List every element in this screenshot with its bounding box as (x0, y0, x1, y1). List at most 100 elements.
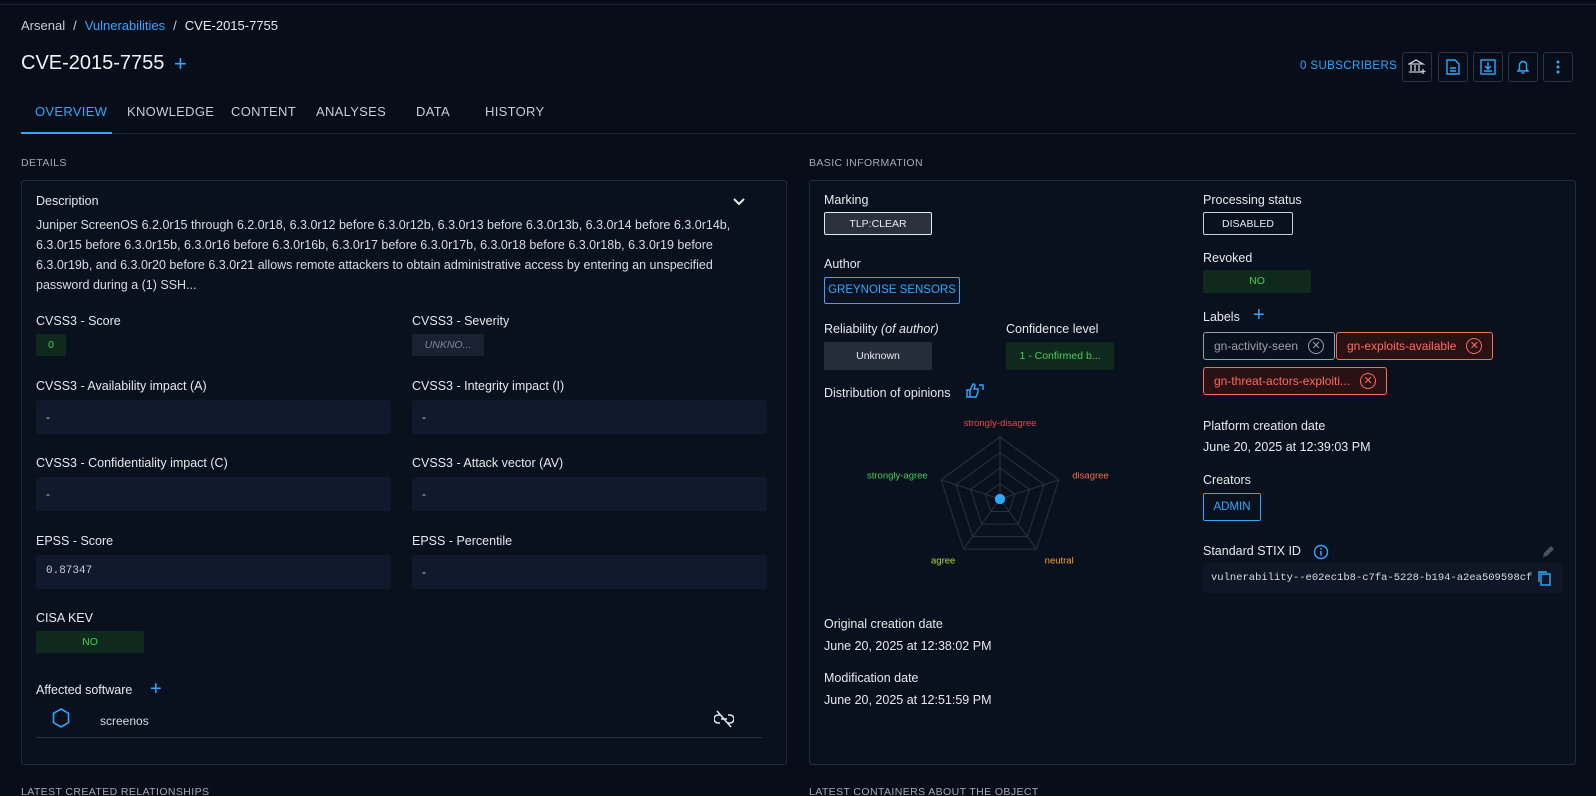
tab-overview[interactable]: OVERVIEW (35, 104, 107, 119)
processing-status-label: Processing status (1203, 193, 1302, 207)
radar-category-label: strongly-disagree (964, 418, 1037, 429)
stix-id-field: vulnerability--e02ec1b8-c7fa-5228-b194-a… (1203, 563, 1563, 593)
integrity-impact-field: - (412, 400, 767, 434)
more-options-button[interactable] (1543, 52, 1573, 82)
reliability-label: Reliability (of author) (824, 322, 939, 336)
availability-impact-field: - (36, 400, 391, 434)
tab-bar: OVERVIEW KNOWLEDGE CONTENT ANALYSES DATA… (21, 94, 1576, 134)
tab-history[interactable]: HISTORY (485, 104, 544, 119)
breadcrumb-vulnerabilities-link[interactable]: Vulnerabilities (85, 18, 165, 33)
epss-percentile-label: EPSS - Percentile (412, 534, 513, 548)
cvss3-severity-badge: UNKNO... (412, 334, 484, 356)
basic-info-panel: Marking TLP:CLEAR Author GREYNOISE SENSO… (809, 180, 1576, 765)
pencil-icon[interactable] (1541, 544, 1556, 559)
cisa-kev-badge: NO (36, 631, 144, 653)
cvss3-severity-label: CVSS3 - Severity (412, 314, 510, 328)
breadcrumb-current: CVE-2015-7755 (184, 18, 279, 33)
tab-data[interactable]: DATA (416, 104, 450, 119)
add-label-button[interactable]: + (1253, 304, 1265, 326)
label-chip[interactable]: gn-activity-seen ✕ (1203, 332, 1336, 360)
confidentiality-impact-label: CVSS3 - Confidentiality impact (C) (36, 456, 228, 470)
reliability-badge: Unknown (824, 342, 932, 370)
tab-knowledge[interactable]: KNOWLEDGE (127, 104, 214, 119)
label-chip[interactable]: gn-threat-actors-exploiti... ✕ (1203, 367, 1388, 395)
epss-score-label: EPSS - Score (36, 534, 114, 548)
copy-icon[interactable] (1537, 570, 1551, 586)
software-name: screenos (100, 714, 149, 728)
breadcrumb-root: Arsenal (21, 18, 66, 33)
thumbs-up-down-icon[interactable] (965, 382, 987, 400)
add-to-workbench-button[interactable] (1402, 52, 1432, 82)
export-button[interactable] (1473, 52, 1503, 82)
reliability-label-suffix: (of author) (880, 322, 939, 336)
chevron-down-icon (733, 198, 745, 206)
add-affected-software-button[interactable]: + (150, 678, 162, 700)
creators-label: Creators (1203, 473, 1251, 487)
stix-id-value: vulnerability--e02ec1b8-c7fa-5228-b194-a… (1211, 572, 1533, 584)
description-label: Description (36, 194, 99, 208)
breadcrumb: Arsenal / Vulnerabilities / CVE-2015-775… (21, 18, 278, 33)
processing-status-badge: DISABLED (1203, 212, 1293, 235)
creator-link[interactable]: ADMIN (1203, 493, 1261, 521)
bank-plus-icon (1408, 59, 1426, 74)
breadcrumb-separator: / (173, 18, 177, 33)
attack-vector-label: CVSS3 - Attack vector (AV) (412, 456, 564, 470)
cvss3-score-badge: 0 (36, 334, 66, 356)
opinions-radar-chart: strongly-disagree disagree neutral agree str… (867, 418, 1109, 566)
list-item[interactable]: screenos (36, 702, 762, 738)
details-section-title: DETAILS (21, 157, 67, 169)
author-link[interactable]: GREYNOISE SENSORS (824, 277, 960, 304)
add-alias-button[interactable]: + (174, 52, 187, 76)
label-text: gn-exploits-available (1347, 339, 1457, 353)
opinions-label: Distribution of opinions (824, 386, 951, 400)
remove-label-icon[interactable]: ✕ (1308, 338, 1325, 354)
radar-category-label: disagree (1072, 471, 1108, 482)
modification-date-label: Modification date (824, 671, 919, 685)
revoked-badge: NO (1203, 270, 1311, 293)
active-tab-indicator (21, 132, 112, 134)
integrity-impact-label: CVSS3 - Integrity impact (I) (412, 379, 565, 393)
labels-label: Labels (1203, 310, 1240, 324)
platform-creation-date-label: Platform creation date (1203, 419, 1326, 433)
basic-info-section-title: BASIC INFORMATION (809, 157, 923, 169)
label-text: gn-threat-actors-exploiti... (1214, 374, 1351, 388)
radar-category-label: strongly-agree (867, 471, 928, 482)
latest-relationships-title: LATEST CREATED RELATIONSHIPS (21, 786, 210, 796)
radar-category-label: neutral (1045, 555, 1074, 566)
expand-description-button[interactable] (732, 195, 746, 210)
remove-label-icon[interactable]: ✕ (1360, 373, 1377, 389)
label-text: gn-activity-seen (1214, 339, 1299, 353)
label-chip[interactable]: gn-exploits-available ✕ (1336, 332, 1494, 360)
tab-content[interactable]: CONTENT (231, 104, 296, 119)
page-title: CVE-2015-7755 (21, 52, 165, 74)
reliability-label-text: Reliability (824, 322, 878, 336)
unlink-icon[interactable] (714, 710, 734, 728)
tab-analyses[interactable]: ANALYSES (316, 104, 386, 119)
remove-label-icon[interactable]: ✕ (1466, 338, 1483, 354)
export-pdf-button[interactable] (1438, 52, 1468, 82)
marking-badge[interactable]: TLP:CLEAR (824, 212, 932, 235)
platform-creation-date: June 20, 2025 at 12:39:03 PM (1203, 440, 1371, 454)
download-icon (1480, 59, 1496, 75)
confidence-level-label: Confidence level (1006, 322, 1099, 336)
cvss3-score-label: CVSS3 - Score (36, 314, 121, 328)
description-text: Juniper ScreenOS 6.2.0r15 through 6.2.0r… (36, 218, 731, 292)
revoked-label: Revoked (1203, 251, 1253, 265)
attack-vector-field: - (412, 477, 767, 511)
notifications-button[interactable] (1508, 52, 1538, 82)
more-vertical-icon (1556, 60, 1560, 74)
subscribers-button[interactable]: 0 SUBSCRIBERS (1300, 60, 1397, 72)
top-divider (0, 0, 1596, 5)
original-creation-date-label: Original creation date (824, 617, 943, 631)
file-pdf-icon (1446, 59, 1460, 75)
affected-software-label: Affected software (36, 683, 133, 697)
details-panel: Description Juniper ScreenOS 6.2.0r15 th… (21, 180, 787, 765)
radar-data-point (995, 494, 1005, 504)
breadcrumb-separator: / (73, 18, 77, 33)
info-icon[interactable] (1313, 544, 1329, 560)
bell-icon (1516, 60, 1530, 74)
epss-percentile-field: - (412, 555, 767, 589)
availability-impact-label: CVSS3 - Availability impact (A) (36, 379, 207, 393)
epss-score-field: 0.87347 (36, 555, 391, 589)
radar-category-label: agree (931, 555, 955, 566)
